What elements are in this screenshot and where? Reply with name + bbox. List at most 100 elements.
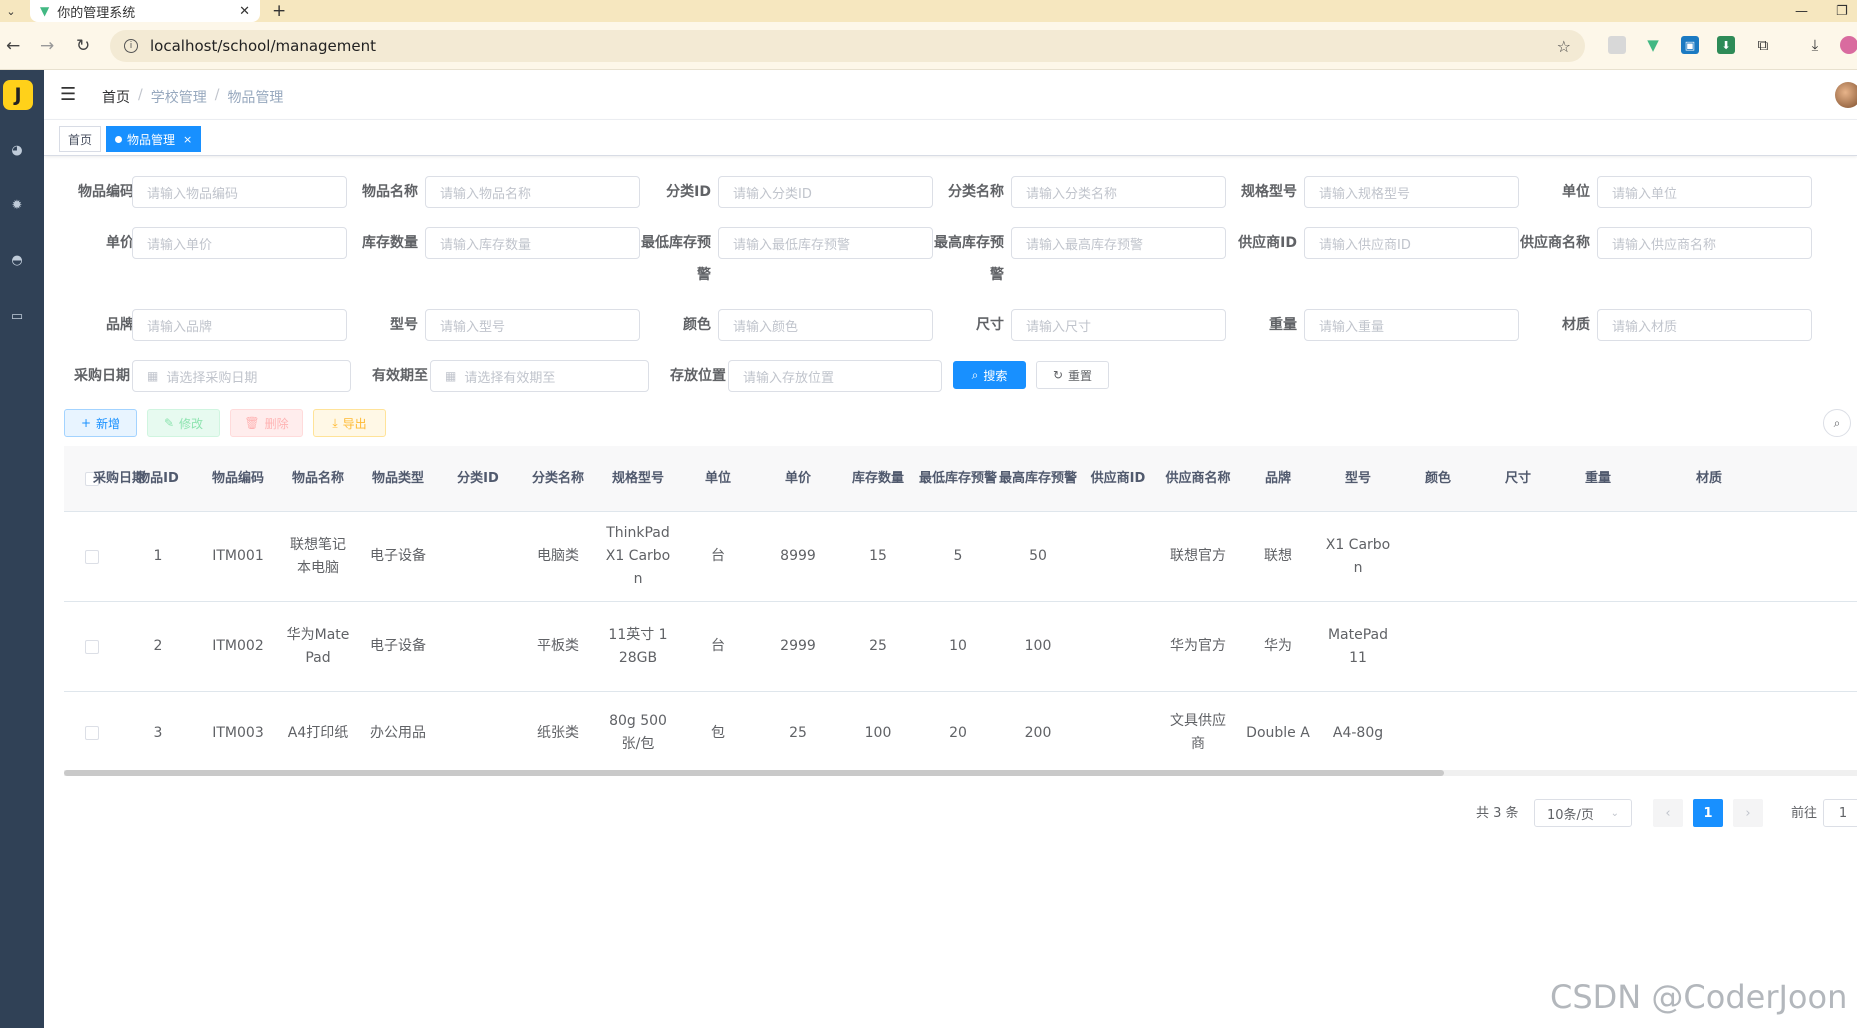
app-logo[interactable]: J (3, 80, 33, 110)
extension-icon[interactable] (1608, 36, 1626, 54)
toggle-search-button[interactable]: ⌕ (1823, 409, 1851, 437)
search-input-15[interactable]: 请输入尺寸 (1011, 309, 1226, 341)
column-header[interactable]: 型号 (1319, 446, 1397, 512)
search-input-2[interactable]: 请输入分类ID (718, 176, 933, 208)
close-icon[interactable]: × (183, 133, 192, 146)
search-input-3[interactable]: 请输入分类名称 (1011, 176, 1226, 208)
site-info-icon[interactable]: i (124, 39, 138, 53)
column-header[interactable]: 单价 (759, 446, 837, 512)
table-cell: 包 (711, 724, 725, 741)
column-header[interactable]: 尺寸 (1479, 446, 1557, 512)
minimize-icon[interactable]: — (1795, 0, 1808, 22)
search-input-20[interactable]: 请输入存放位置 (728, 360, 942, 392)
table-row[interactable]: 2 ITM002 华为MatePad 电子设备 平板类 11英寸 128GB 台 2999 25… (64, 602, 1857, 692)
reload-icon[interactable]: ↻ (76, 36, 90, 56)
column-header[interactable]: 采购日期 (64, 446, 174, 512)
table-cell: ITM002 (212, 638, 264, 654)
page-size-select[interactable]: 10条/页 ⌄ (1534, 799, 1632, 827)
table-cell: 联想笔记本电脑 (290, 536, 346, 576)
delete-button[interactable]: 🗑 删除 (230, 409, 303, 437)
search-input-5[interactable]: 请输入单位 (1597, 176, 1812, 208)
monitor-icon[interactable]: ◓ (8, 251, 26, 269)
table-row[interactable]: 1 ITM001 联想笔记本电脑 电子设备 电脑类 ThinkPad X1 Carbon 台… (64, 512, 1857, 602)
search-input-17[interactable]: 请输入材质 (1597, 309, 1812, 341)
column-header[interactable]: 物品类型 (359, 446, 437, 512)
column-header[interactable]: 物品编码 (199, 446, 277, 512)
column-header[interactable]: 最高库存预警 (999, 446, 1077, 512)
column-header[interactable]: 库存数量 (839, 446, 917, 512)
hamburger-menu-icon[interactable]: ☰ (60, 84, 76, 105)
close-icon[interactable]: ✕ (239, 4, 250, 19)
column-header[interactable]: 单位 (679, 446, 757, 512)
search-input-13[interactable]: 请输入型号 (425, 309, 640, 341)
search-input-1[interactable]: 请输入物品名称 (425, 176, 640, 208)
search-label-5: 单位 (1562, 184, 1590, 200)
profile-avatar-icon[interactable] (1840, 36, 1857, 54)
column-header[interactable]: 重量 (1559, 446, 1637, 512)
table-cell: 平板类 (537, 638, 579, 654)
column-header[interactable]: 颜色 (1399, 446, 1477, 512)
toolbox-icon[interactable]: ▭ (8, 307, 26, 325)
breadcrumb-separator: / (138, 87, 143, 103)
search-input-19[interactable]: ▦ 请选择有效期至 (430, 360, 649, 392)
search-button[interactable]: ⌕ 搜索 (953, 361, 1026, 389)
browser-tab-title: 你的管理系统 (57, 5, 136, 21)
dashboard-icon[interactable]: ◕ (8, 141, 26, 159)
user-avatar[interactable] (1835, 82, 1857, 108)
search-input-7[interactable]: 请输入库存数量 (425, 227, 640, 259)
address-bar[interactable]: i localhost/school/management ☆ (110, 30, 1585, 62)
browser-tab[interactable]: ▼ 你的管理系统 ✕ (30, 0, 260, 22)
tag-home[interactable]: 首页 (59, 126, 102, 152)
search-input-4[interactable]: 请输入规格型号 (1304, 176, 1519, 208)
new-tab-plus-icon[interactable]: + (272, 0, 286, 22)
tag-item-management[interactable]: 物品管理 × (106, 126, 202, 152)
table-row[interactable]: 3 ITM003 A4打印纸 办公用品 纸张类 80g 500张/包包 25 100 20 200… (64, 692, 1857, 775)
add-button[interactable]: + 新增 (64, 409, 137, 437)
forward-arrow-icon[interactable]: → (40, 36, 54, 56)
breadcrumb-home[interactable]: 首页 (102, 87, 130, 107)
column-header[interactable]: 品牌 (1239, 446, 1317, 512)
search-input-9[interactable]: 请输入最高库存预警 (1011, 227, 1226, 259)
back-arrow-icon[interactable]: ← (6, 36, 20, 56)
export-button[interactable]: ⤓ 导出 (313, 409, 386, 437)
column-header[interactable]: 最低库存预警 (919, 446, 997, 512)
search-input-placeholder: 请输入品牌 (147, 319, 213, 335)
download-extension-icon[interactable]: ⬇ (1717, 36, 1735, 54)
column-header[interactable]: 分类ID (439, 446, 517, 512)
search-input-14[interactable]: 请输入颜色 (718, 309, 933, 341)
extension-icon[interactable]: ▣ (1681, 36, 1699, 54)
bookmark-star-icon[interactable]: ☆ (1557, 37, 1571, 56)
search-input-18[interactable]: ▦ 请选择采购日期 (132, 360, 351, 392)
search-input-11[interactable]: 请输入供应商名称 (1597, 227, 1812, 259)
prev-page-button[interactable]: ‹ (1653, 799, 1683, 827)
column-header[interactable]: 分类名称 (519, 446, 597, 512)
search-input-10[interactable]: 请输入供应商ID (1304, 227, 1519, 259)
table-cell: 200 (1024, 724, 1052, 741)
next-page-button[interactable]: › (1733, 799, 1763, 827)
column-header[interactable]: 材质 (1670, 446, 1748, 512)
tab-search-chevron-icon[interactable]: ⌄ (0, 0, 22, 22)
goto-page-input[interactable]: 1 (1823, 799, 1857, 827)
search-input-12[interactable]: 请输入品牌 (132, 309, 347, 341)
downloads-icon[interactable]: ⤓ (1806, 36, 1824, 54)
table-cell: 25 (869, 638, 887, 654)
vue-devtools-icon[interactable]: ▼ (1644, 36, 1662, 54)
gear-icon[interactable]: ✹ (8, 196, 26, 214)
page-number-1[interactable]: 1 (1693, 799, 1723, 827)
search-input-8[interactable]: 请输入最低库存预警 (718, 227, 933, 259)
search-input-6[interactable]: 请输入单价 (132, 227, 347, 259)
reset-button[interactable]: ↻ 重置 (1036, 361, 1109, 389)
search-input-0[interactable]: 请输入物品编码 (132, 176, 347, 208)
column-header[interactable]: 供应商ID (1079, 446, 1157, 512)
search-input-placeholder: 请输入型号 (440, 319, 506, 335)
horizontal-scrollbar-thumb[interactable] (64, 770, 1444, 776)
table-cell (1399, 512, 1477, 601)
restore-icon[interactable]: ❐ (1836, 0, 1848, 22)
search-label-19: 有效期至 (372, 368, 428, 384)
column-header[interactable]: 供应商名称 (1159, 446, 1237, 512)
puzzle-extensions-icon[interactable]: ⧉ (1754, 36, 1772, 54)
column-header[interactable]: 物品名称 (279, 446, 357, 512)
search-input-16[interactable]: 请输入重量 (1304, 309, 1519, 341)
column-header[interactable]: 规格型号 (599, 446, 677, 512)
edit-button[interactable]: ✎ 修改 (147, 409, 220, 437)
